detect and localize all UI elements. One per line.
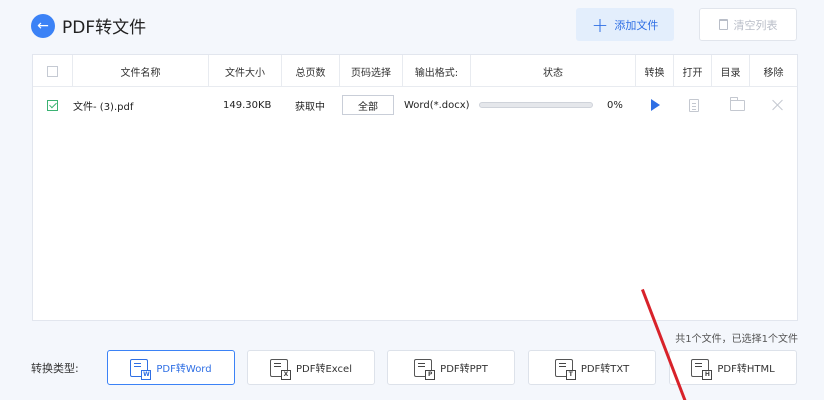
type-button-txt[interactable]: T PDF转TXT — [528, 350, 656, 385]
select-all-checkbox[interactable] — [47, 65, 58, 77]
output-format: Word(*.docx) — [404, 99, 470, 111]
column-header: 转换 — [636, 55, 674, 87]
status-cell — [479, 88, 593, 122]
close-icon[interactable] — [772, 99, 784, 111]
page-select-cell: 全部 — [342, 88, 394, 122]
row-checkbox[interactable] — [47, 99, 58, 111]
remove-cell — [772, 88, 784, 122]
column-header: 总页数 — [282, 55, 340, 87]
column-header: 打开 — [674, 55, 712, 87]
folder-icon[interactable] — [730, 96, 745, 111]
directory-cell — [730, 88, 745, 122]
page-count: 获取中 — [295, 101, 325, 113]
page-select-button[interactable]: 全部 — [342, 95, 394, 115]
file-table: 文件名称 文件大小 总页数 页码选择 输出格式: 状态 转换 打开 目录 移除 … — [32, 54, 798, 321]
column-header: 状态 — [471, 55, 636, 87]
type-button-label: PDF转Word — [156, 364, 212, 375]
excel-file-icon: X — [270, 358, 291, 380]
column-header: 文件大小 — [209, 55, 282, 87]
conversion-type-label: 转换类型: — [31, 362, 79, 375]
type-button-label: PDF转Excel — [296, 364, 352, 375]
document-icon[interactable] — [689, 98, 699, 112]
type-button-label: PDF转TXT — [580, 364, 630, 375]
convert-cell — [651, 88, 660, 122]
clear-list-button[interactable]: 清空列表 — [699, 8, 797, 41]
table-row[interactable]: 文件- (3).pdf 149.30KB 获取中 全部 Word(*.docx)… — [33, 88, 797, 122]
back-button[interactable]: ← — [31, 14, 55, 38]
file-summary: 共1个文件，已选择1个文件 — [675, 334, 798, 345]
type-button-ppt[interactable]: P PDF转PPT — [387, 350, 515, 385]
header: ← PDF转文件 + 添加文件 清空列表 — [0, 0, 824, 52]
column-header: 页码选择 — [340, 55, 403, 87]
html-file-icon: H — [691, 358, 713, 380]
column-header: 文件名称 — [73, 55, 209, 87]
txt-file-icon: T — [554, 358, 576, 380]
ppt-file-icon: P — [414, 358, 436, 380]
progress-bar — [479, 102, 593, 108]
type-button-excel[interactable]: X PDF转Excel — [247, 350, 375, 385]
open-cell — [689, 88, 699, 122]
file-name: 文件- (3).pdf — [73, 101, 134, 113]
page-title: PDF转文件 — [62, 18, 147, 38]
add-file-label: 添加文件 — [614, 18, 659, 32]
plus-icon: + — [591, 12, 609, 37]
select-all-cell — [33, 55, 73, 87]
play-icon[interactable] — [651, 99, 660, 111]
arrow-left-icon: ← — [37, 18, 49, 34]
column-header: 移除 — [763, 67, 784, 79]
type-button-label: PDF转HTML — [717, 364, 775, 375]
column-header: 输出格式: — [403, 55, 471, 87]
file-size: 149.30KB — [223, 99, 272, 111]
type-button-word[interactable]: W PDF转Word — [107, 350, 235, 385]
type-button-html[interactable]: H PDF转HTML — [669, 350, 797, 385]
add-file-button[interactable]: + 添加文件 — [576, 8, 674, 41]
row-checkbox-cell — [47, 88, 58, 122]
type-button-label: PDF转PPT — [440, 364, 488, 375]
column-header: 目录 — [712, 55, 750, 87]
word-file-icon: W — [130, 358, 152, 380]
progress-percent: 0% — [607, 99, 623, 111]
table-header: 文件名称 文件大小 总页数 页码选择 输出格式: 状态 转换 打开 目录 移除 — [33, 55, 797, 87]
trash-icon — [718, 19, 728, 30]
clear-list-label: 清空列表 — [733, 18, 778, 32]
